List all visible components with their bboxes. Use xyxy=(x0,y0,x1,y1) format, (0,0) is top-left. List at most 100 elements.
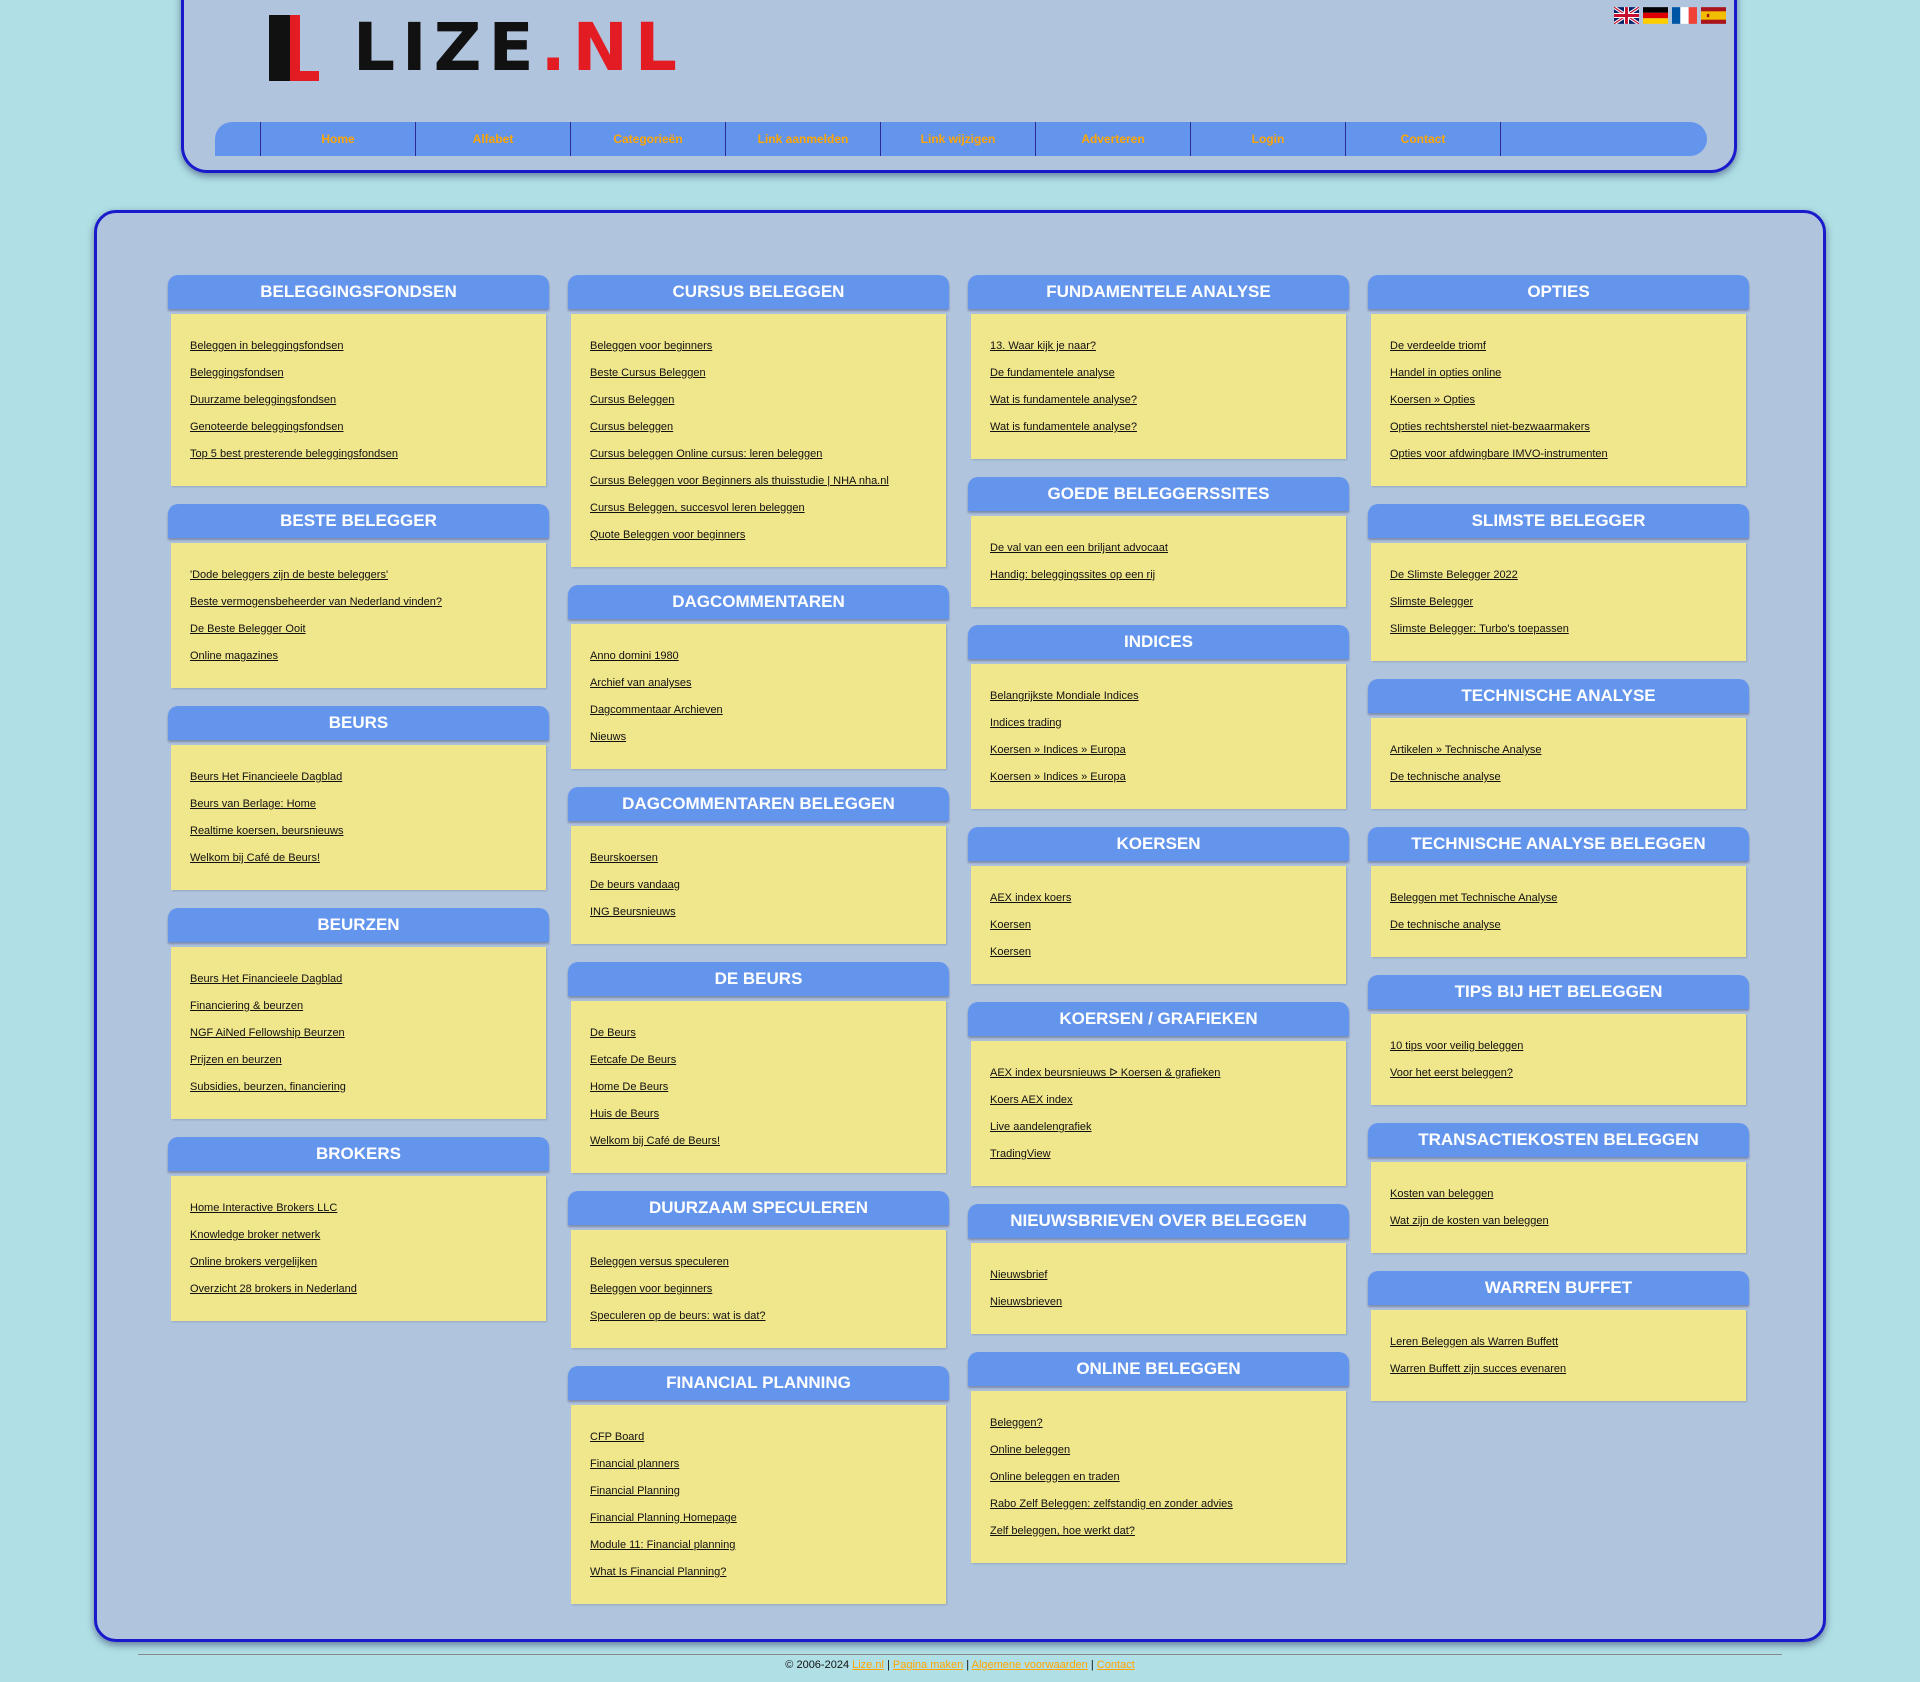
flag-uk-icon[interactable] xyxy=(1614,7,1639,24)
category-link[interactable]: Cursus beleggen Online cursus: leren bel… xyxy=(590,441,927,468)
category-link[interactable]: What Is Financial Planning? xyxy=(590,1559,927,1586)
category-link[interactable]: Koersen » Opties xyxy=(1390,387,1727,414)
category-link[interactable]: Beurskoersen xyxy=(590,845,927,872)
category-link[interactable]: Wat is fundamentele analyse? xyxy=(990,414,1327,441)
category-link[interactable]: Dagcommentaar Archieven xyxy=(590,697,927,724)
category-link[interactable]: Huis de Beurs xyxy=(590,1101,927,1128)
category-link[interactable]: De Beurs xyxy=(590,1020,927,1047)
category-link[interactable]: De technische analyse xyxy=(1390,912,1727,939)
category-link[interactable]: Beste Cursus Beleggen xyxy=(590,360,927,387)
nav-categorieen[interactable]: Categorieën xyxy=(571,122,726,156)
category-link[interactable]: Financiering & beurzen xyxy=(190,993,527,1020)
category-link[interactable]: Indices trading xyxy=(990,710,1327,737)
category-link[interactable]: Knowledge broker netwerk xyxy=(190,1222,527,1249)
flag-es-icon[interactable] xyxy=(1701,7,1726,24)
category-link[interactable]: Wat zijn de kosten van beleggen xyxy=(1390,1208,1727,1235)
category-link[interactable]: Financial Planning Homepage xyxy=(590,1505,927,1532)
category-link[interactable]: Online magazines xyxy=(190,643,527,670)
category-link[interactable]: Handig: beleggingssites op een rij xyxy=(990,562,1327,589)
category-link[interactable]: Top 5 best presterende beleggingsfondsen xyxy=(190,441,527,468)
nav-alfabet[interactable]: Alfabet xyxy=(416,122,571,156)
category-link[interactable]: Cursus Beleggen voor Beginners als thuis… xyxy=(590,468,927,495)
category-link[interactable]: Koers AEX index xyxy=(990,1087,1327,1114)
category-link[interactable]: Beleggen in beleggingsfondsen xyxy=(190,333,527,360)
category-link[interactable]: Speculeren op de beurs: wat is dat? xyxy=(590,1303,927,1330)
category-link[interactable]: Koersen xyxy=(990,939,1327,966)
category-link[interactable]: Online beleggen xyxy=(990,1437,1327,1464)
category-link[interactable]: Cursus beleggen xyxy=(590,414,927,441)
category-link[interactable]: Wat is fundamentele analyse? xyxy=(990,387,1327,414)
site-logo[interactable]: LIZE.NL xyxy=(269,15,684,81)
category-link[interactable]: Opties rechtsherstel niet-bezwaarmakers xyxy=(1390,414,1727,441)
category-link[interactable]: Beleggingsfondsen xyxy=(190,360,527,387)
category-link[interactable]: Realtime koersen, beursnieuws xyxy=(190,818,527,845)
category-link[interactable]: Beurs van Berlage: Home xyxy=(190,791,527,818)
category-link[interactable]: Genoteerde beleggingsfondsen xyxy=(190,414,527,441)
category-link[interactable]: Kosten van beleggen xyxy=(1390,1181,1727,1208)
category-link[interactable]: 'Dode beleggers zijn de beste beleggers' xyxy=(190,562,527,589)
category-link[interactable]: Beurs Het Financieele Dagblad xyxy=(190,966,527,993)
category-link[interactable]: Home Interactive Brokers LLC xyxy=(190,1195,527,1222)
category-link[interactable]: Beleggen met Technische Analyse xyxy=(1390,885,1727,912)
category-link[interactable]: Online brokers vergelijken xyxy=(190,1249,527,1276)
category-link[interactable]: Anno domini 1980 xyxy=(590,643,927,670)
category-link[interactable]: Welkom bij Café de Beurs! xyxy=(590,1128,927,1155)
footer-link-contact[interactable]: Contact xyxy=(1097,1659,1135,1671)
category-link[interactable]: De verdeelde triomf xyxy=(1390,333,1727,360)
category-link[interactable]: Archief van analyses xyxy=(590,670,927,697)
category-link[interactable]: NGF AiNed Fellowship Beurzen xyxy=(190,1020,527,1047)
category-link[interactable]: Zelf beleggen, hoe werkt dat? xyxy=(990,1518,1327,1545)
category-link[interactable]: 10 tips voor veilig beleggen xyxy=(1390,1033,1727,1060)
category-link[interactable]: Prijzen en beurzen xyxy=(190,1047,527,1074)
category-link[interactable]: Rabo Zelf Beleggen: zelfstandig en zonde… xyxy=(990,1491,1327,1518)
category-link[interactable]: De technische analyse xyxy=(1390,764,1727,791)
nav-contact[interactable]: Contact xyxy=(1346,122,1501,156)
category-link[interactable]: Duurzame beleggingsfondsen xyxy=(190,387,527,414)
category-link[interactable]: Financial Planning xyxy=(590,1478,927,1505)
category-link[interactable]: De fundamentele analyse xyxy=(990,360,1327,387)
category-link[interactable]: De Beste Belegger Ooit xyxy=(190,616,527,643)
category-link[interactable]: Nieuwsbrief xyxy=(990,1262,1327,1289)
category-link[interactable]: Overzicht 28 brokers in Nederland xyxy=(190,1276,527,1303)
category-link[interactable]: Warren Buffett zijn succes evenaren xyxy=(1390,1356,1727,1383)
category-link[interactable]: Nieuws xyxy=(590,724,927,751)
flag-de-icon[interactable] xyxy=(1643,7,1668,24)
category-link[interactable]: Welkom bij Café de Beurs! xyxy=(190,845,527,872)
category-link[interactable]: Nieuwsbrieven xyxy=(990,1289,1327,1316)
category-link[interactable]: Koersen » Indices » Europa xyxy=(990,737,1327,764)
category-link[interactable]: Online beleggen en traden xyxy=(990,1464,1327,1491)
nav-link-aanmelden[interactable]: Link aanmelden xyxy=(726,122,881,156)
category-link[interactable]: Subsidies, beurzen, financiering xyxy=(190,1074,527,1101)
category-link[interactable]: Beleggen voor beginners xyxy=(590,1276,927,1303)
category-link[interactable]: De beurs vandaag xyxy=(590,872,927,899)
category-link[interactable]: Opties voor afdwingbare IMVO-instrumente… xyxy=(1390,441,1727,468)
category-link[interactable]: Beurs Het Financieele Dagblad xyxy=(190,764,527,791)
category-link[interactable]: Quote Beleggen voor beginners xyxy=(590,522,927,549)
category-link[interactable]: Cursus Beleggen, succesvol leren belegge… xyxy=(590,495,927,522)
category-link[interactable]: AEX index koers xyxy=(990,885,1327,912)
flag-fr-icon[interactable] xyxy=(1672,7,1697,24)
category-link[interactable]: Financial planners xyxy=(590,1451,927,1478)
category-link[interactable]: Cursus Beleggen xyxy=(590,387,927,414)
category-link[interactable]: Koersen » Indices » Europa xyxy=(990,764,1327,791)
nav-home[interactable]: Home xyxy=(261,122,416,156)
category-link[interactable]: Handel in opties online xyxy=(1390,360,1727,387)
nav-link-wijzigen[interactable]: Link wijzigen xyxy=(881,122,1036,156)
footer-link-voorwaarden[interactable]: Algemene voorwaarden xyxy=(972,1659,1088,1671)
category-link[interactable]: ING Beursnieuws xyxy=(590,899,927,926)
footer-link-lize[interactable]: Lize.nl xyxy=(852,1659,884,1671)
category-link[interactable]: Slimste Belegger: Turbo's toepassen xyxy=(1390,616,1727,643)
category-link[interactable]: 13. Waar kijk je naar? xyxy=(990,333,1327,360)
category-link[interactable]: Beleggen voor beginners xyxy=(590,333,927,360)
category-link[interactable]: Slimste Belegger xyxy=(1390,589,1727,616)
category-link[interactable]: De Slimste Belegger 2022 xyxy=(1390,562,1727,589)
category-link[interactable]: Belangrijkste Mondiale Indices xyxy=(990,683,1327,710)
footer-link-pagina-maken[interactable]: Pagina maken xyxy=(893,1659,963,1671)
category-link[interactable]: Home De Beurs xyxy=(590,1074,927,1101)
category-link[interactable]: AEX index beursnieuws ᐅ Koersen & grafie… xyxy=(990,1060,1327,1087)
category-link[interactable]: Eetcafe De Beurs xyxy=(590,1047,927,1074)
nav-login[interactable]: Login xyxy=(1191,122,1346,156)
category-link[interactable]: Beleggen versus speculeren xyxy=(590,1249,927,1276)
category-link[interactable]: Beleggen? xyxy=(990,1410,1327,1437)
category-link[interactable]: Leren Beleggen als Warren Buffett xyxy=(1390,1329,1727,1356)
